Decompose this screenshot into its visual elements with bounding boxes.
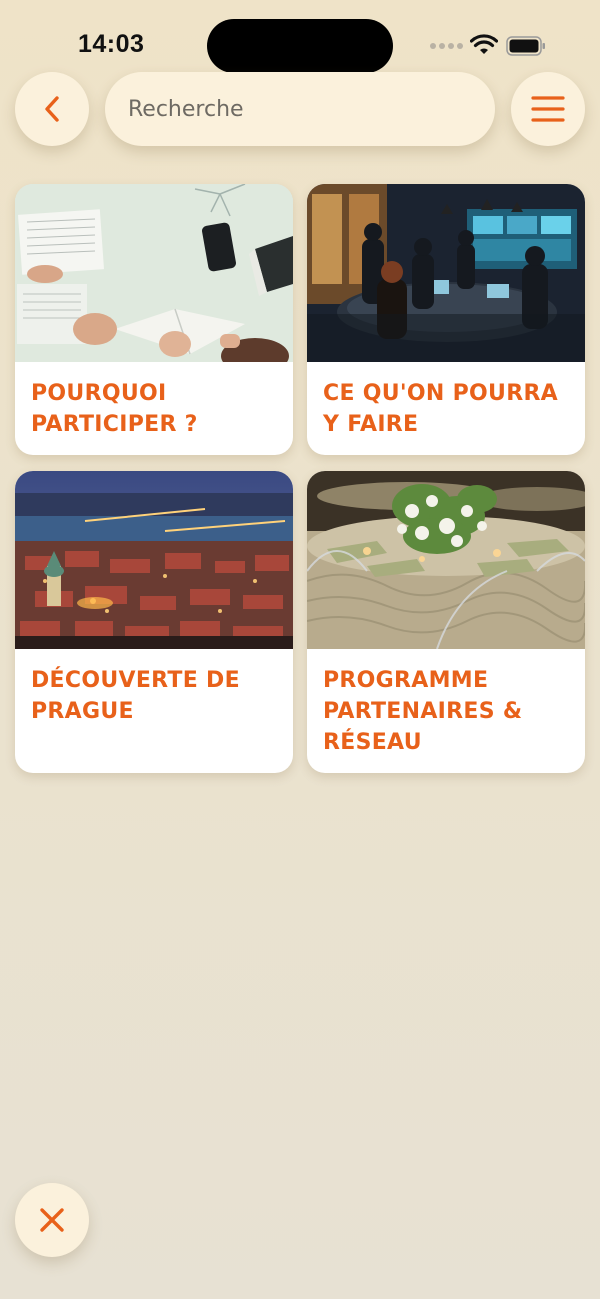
card-ce-quon-pourra-y-faire[interactable]: CE QU'ON POURRA Y FAIRE [307,184,585,455]
card-decouverte-de-prague[interactable]: DÉCOUVERTE DE PRAGUE [15,471,293,773]
card-title: DÉCOUVERTE DE PRAGUE [31,668,240,724]
status-time: 14:03 [78,30,145,58]
chevron-left-icon [45,96,59,122]
search-input[interactable] [128,96,468,122]
prague-night-city-image [15,471,293,649]
card-title: POURQUOI PARTICIPER ? [31,381,198,437]
banquet-table-image [307,471,585,649]
tech-meeting-room-image [307,184,585,362]
reading-documents-image [15,184,293,362]
dynamic-island [207,19,393,73]
status-bar: 14:03 [0,0,600,80]
card-title: PROGRAMME PARTENAIRES & RÉSEAU [323,668,523,755]
card-pourquoi-participer[interactable]: POURQUOI PARTICIPER ? [15,184,293,455]
close-button[interactable] [15,1183,89,1257]
back-button[interactable] [15,72,89,146]
cellular-signal-icon [430,43,463,49]
wifi-icon [470,34,498,54]
battery-icon [506,36,545,56]
card-programme-partenaires-reseau[interactable]: PROGRAMME PARTENAIRES & RÉSEAU [307,471,585,773]
card-title: CE QU'ON POURRA Y FAIRE [323,381,559,437]
close-icon [40,1208,64,1232]
hamburger-menu-icon [531,96,565,122]
search-bar[interactable] [105,72,495,146]
menu-button[interactable] [511,72,585,146]
